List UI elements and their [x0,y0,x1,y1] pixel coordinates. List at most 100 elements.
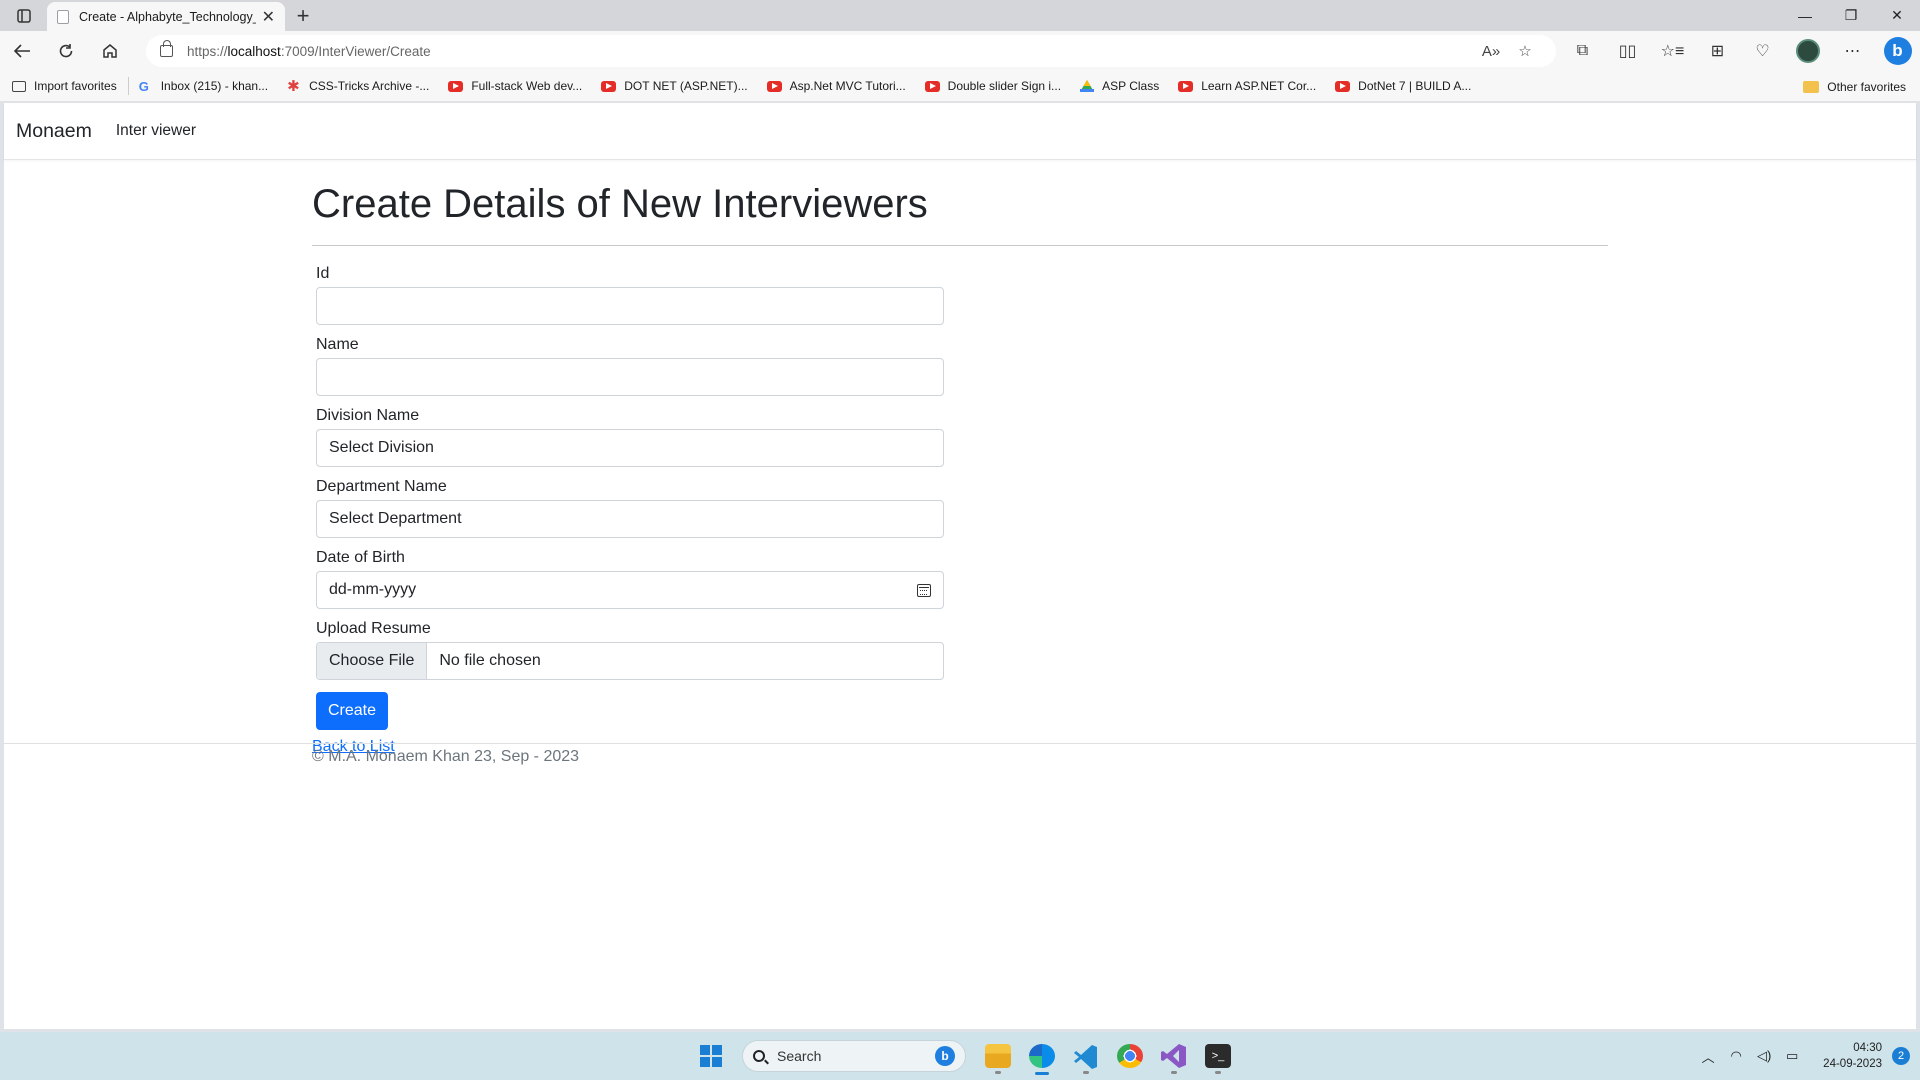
search-icon [753,1050,765,1062]
url-scheme: https:// [187,43,228,59]
taskbar-apps: Search b >_ [700,1032,1240,1080]
read-aloud-icon[interactable]: A» [1474,43,1508,60]
choose-file-button[interactable]: Choose File [317,643,428,679]
youtube-icon [601,80,617,92]
bing-search-icon: b [935,1046,955,1066]
visual-studio-glyph [1161,1044,1186,1068]
volume-icon[interactable]: ◁) [1753,1048,1775,1064]
windows-start-icon[interactable] [700,1045,722,1067]
battery-icon[interactable]: ▭ [1781,1048,1803,1064]
title-divider [312,245,1608,246]
bookmark-item[interactable]: Asp.Net MVC Tutori... [766,79,906,93]
window-controls: — ❐ ✕ [1782,0,1920,31]
bookmark-item[interactable]: DotNet 7 | BUILD A... [1335,79,1471,93]
extensions-icon[interactable]: ⧉ [1560,31,1605,71]
division-select[interactable]: Select Division [316,429,944,467]
main-container: Create Details of New Interviewers Id Na… [312,160,1608,756]
windows-taskbar: Search b >_ ︿ ◠ ◁) ▭ 04:30 24-09-2023 2 [0,1032,1920,1080]
other-favorites-label: Other favorites [1827,79,1906,94]
page-favicon-icon [57,9,69,24]
close-tab-icon[interactable]: ✕ [262,7,275,27]
dob-group: Date of Birth dd-mm-yyyy [316,548,944,609]
bookmark-item[interactable]: Double slider Sign i... [924,79,1061,93]
bookmark-item[interactable]: Learn ASP.NET Cor... [1178,79,1316,93]
other-favorites[interactable]: Other favorites [1803,71,1906,102]
bookmark-label: DOT NET (ASP.NET)... [624,79,748,93]
edge-browser-icon[interactable] [1020,1036,1064,1076]
new-tab-button[interactable]: + [285,0,321,31]
bookmark-item[interactable]: DOT NET (ASP.NET)... [601,79,748,93]
vscode-icon[interactable] [1064,1036,1108,1076]
youtube-icon [448,80,464,92]
resume-file-input[interactable]: Choose File No file chosen [316,642,944,680]
create-interviewer-form: Id Name Division Name Select Division De… [312,264,944,756]
home-icon[interactable] [88,31,132,71]
wifi-icon[interactable]: ◠ [1725,1048,1747,1064]
bookmark-label: Inbox (215) - khan... [160,79,269,93]
taskbar-search-label: Search [777,1048,822,1064]
bookmark-item[interactable]: ✱ CSS-Tricks Archive -... [287,77,429,95]
calendar-icon[interactable] [917,583,931,597]
close-window-icon[interactable]: ✕ [1874,0,1920,31]
back-arrow-icon[interactable] [0,31,44,71]
split-screen-icon[interactable]: ▯▯ [1605,31,1650,71]
id-input[interactable] [316,287,944,325]
folder-icon [1803,80,1820,93]
collections-icon[interactable]: ⊞ [1695,31,1740,71]
page-viewport: Monaem Inter viewer Create Details of Ne… [4,103,1916,1029]
footer-copyright: © M.A. Monaem Khan 23, Sep - 2023 [312,748,580,765]
clock-time: 04:30 [1853,1042,1882,1054]
file-explorer-icon[interactable] [976,1036,1020,1076]
url-text[interactable]: https://localhost:7009/InterViewer/Creat… [187,44,1474,59]
site-brand[interactable]: Monaem [16,120,92,143]
restore-icon[interactable]: ❐ [1828,0,1874,31]
department-selected-value: Select Department [329,510,462,527]
address-bar[interactable]: https://localhost:7009/InterViewer/Creat… [146,35,1556,67]
id-group: Id [316,264,944,325]
profile-avatar[interactable] [1785,31,1830,71]
taskbar-search[interactable]: Search b [742,1040,966,1072]
chrome-icon[interactable] [1108,1036,1152,1076]
refresh-icon[interactable] [44,31,88,71]
google-drive-icon [1080,80,1095,92]
terminal-icon[interactable]: >_ [1196,1036,1240,1076]
create-button[interactable]: Create [316,692,388,730]
system-tray: ︿ ◠ ◁) ▭ 04:30 24-09-2023 2 [1697,1032,1910,1080]
google-icon: G [138,78,149,94]
youtube-icon [1335,80,1351,92]
lock-icon[interactable] [160,40,173,57]
bookmark-item[interactable]: Import favorites [12,79,117,93]
tab-actions-glyph [16,8,31,23]
bookmark-item[interactable]: Full-stack Web dev... [448,79,582,93]
bing-copilot-icon[interactable]: b [1875,31,1920,71]
browser-essentials-icon[interactable]: ♡ [1740,31,1785,71]
favorites-icon[interactable]: ☆≡ [1650,31,1695,71]
dob-date-input[interactable]: dd-mm-yyyy [316,571,944,609]
department-select[interactable]: Select Department [316,500,944,538]
tab-actions-icon[interactable] [0,0,47,31]
minimize-icon[interactable]: — [1782,0,1828,31]
avatar [1795,39,1820,63]
bookmark-item[interactable]: ASP Class [1080,79,1159,93]
division-label: Division Name [316,407,420,424]
file-explorer-glyph [985,1044,1011,1068]
visual-studio-icon[interactable] [1152,1036,1196,1076]
youtube-icon [1178,80,1194,92]
name-input[interactable] [316,358,944,396]
bookmarks-bar: Import favorites G Inbox (215) - khan... … [0,71,1920,102]
clock[interactable]: 04:30 24-09-2023 [1823,1040,1882,1072]
bing-logo-icon: b [1883,37,1912,65]
notification-badge[interactable]: 2 [1892,1047,1910,1065]
settings-more-icon[interactable]: ⋯ [1830,31,1875,71]
file-status-text: No file chosen [439,652,541,669]
dob-label: Date of Birth [316,549,405,566]
browser-tab[interactable]: Create - Alphabyte_Technology_ ✕ [47,2,285,31]
import-icon [12,80,26,92]
name-group: Name [316,335,944,396]
vscode-glyph [1074,1045,1097,1069]
chevron-up-icon[interactable]: ︿ [1697,1047,1719,1066]
favorite-star-icon[interactable]: ☆ [1508,42,1542,60]
bookmark-label: Full-stack Web dev... [471,79,583,93]
nav-link-inter-viewer[interactable]: Inter viewer [116,122,196,140]
bookmark-item[interactable]: G Inbox (215) - khan... [139,79,268,94]
